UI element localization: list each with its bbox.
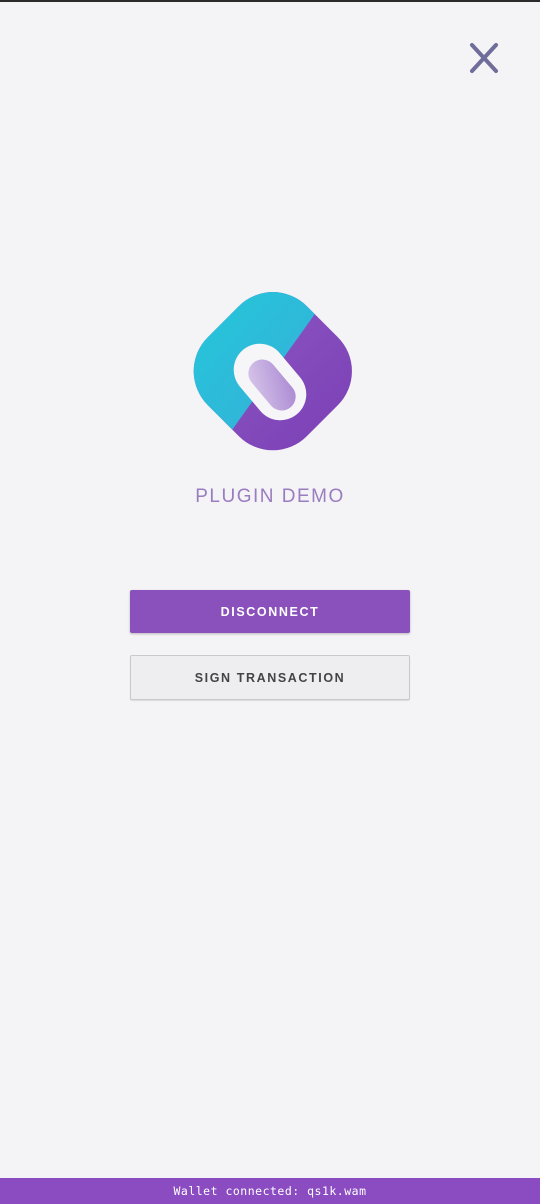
sign-transaction-button[interactable]: SIGN TRANSACTION — [130, 655, 410, 700]
sign-transaction-button-label: SIGN TRANSACTION — [194, 670, 346, 685]
top-border — [0, 0, 540, 2]
disconnect-button[interactable]: DISCONNECT — [130, 590, 410, 633]
close-button[interactable] — [462, 36, 506, 80]
app-title: PLUGIN DEMO — [195, 486, 345, 507]
disconnect-button-label: DISCONNECT — [220, 604, 320, 619]
wallet-status-bar: Wallet connected: qs1k.wam — [0, 1178, 540, 1204]
close-icon — [470, 43, 498, 73]
plugin-logo-icon — [182, 290, 358, 458]
wallet-status-text: Wallet connected: qs1k.wam — [173, 1184, 367, 1198]
